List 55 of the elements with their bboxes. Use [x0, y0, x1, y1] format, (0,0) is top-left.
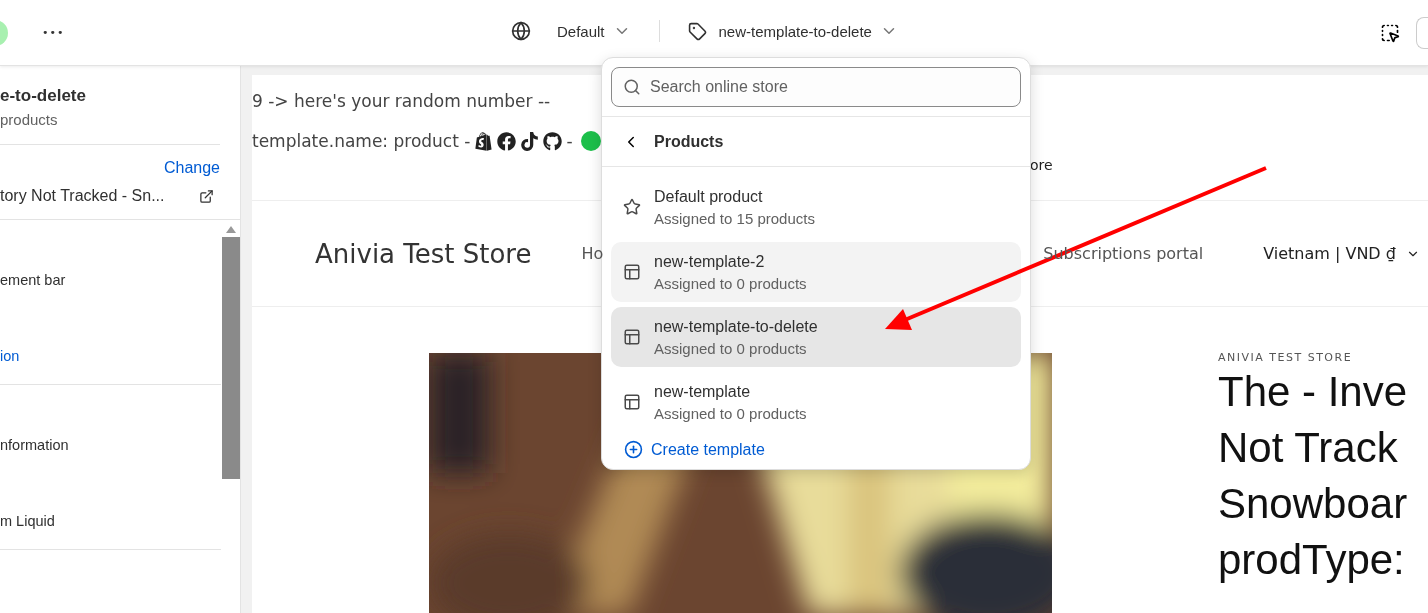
external-link-icon[interactable] [199, 188, 214, 204]
template-name: new-template [654, 382, 752, 401]
section-item[interactable]: m Liquid [0, 513, 221, 529]
vendor-label: ANIVIA TEST STORE [1218, 351, 1354, 364]
product-title: prodType: [1218, 535, 1405, 585]
layout-icon [623, 393, 641, 411]
search-field[interactable]: Search online store [611, 67, 1021, 107]
random-number-text: 9 -> here's your random number -- [252, 90, 551, 113]
product-title: Not Track [1218, 423, 1398, 473]
template-subtitle: products [0, 111, 59, 128]
template-detail: Assigned to 0 products [654, 404, 807, 422]
star-icon [623, 198, 641, 216]
globe-icon [511, 21, 531, 41]
template-detail: Assigned to 15 products [654, 209, 815, 227]
product-title: The - Inve [1218, 367, 1408, 417]
layout-icon [623, 263, 641, 281]
template-option[interactable]: new-template Assigned to 0 products [611, 372, 1021, 432]
status-dot [580, 131, 601, 151]
dropdown-heading: Products [654, 132, 724, 151]
separator-text: - [566, 131, 573, 151]
scroll-up-icon[interactable] [225, 226, 236, 233]
store-name[interactable]: Anivia Test Store [315, 238, 532, 269]
create-template-link[interactable]: Create template [624, 440, 1030, 459]
template-detail: Assigned to 0 products [654, 339, 808, 357]
product-title: Snowboar [1218, 479, 1408, 529]
template-name: Default product [654, 187, 764, 206]
facebook-icon [497, 131, 517, 151]
layout-icon [623, 328, 641, 346]
template-name: new-template-2 [654, 252, 766, 271]
template-name: new-template-to-delete [654, 317, 818, 336]
template-name-text: template.name: product - [252, 131, 471, 151]
template-option[interactable]: new-template-2 Assigned to 0 products [611, 242, 1021, 302]
locale-selector[interactable]: Vietnam | VND ₫ [1263, 244, 1420, 263]
change-link[interactable]: Change [163, 159, 220, 177]
plus-circle-icon [624, 440, 643, 459]
more-button[interactable]: ••• [42, 26, 65, 39]
template-option[interactable]: new-template-to-delete Assigned to 0 products [611, 307, 1021, 367]
section-item[interactable]: ement bar [0, 272, 221, 288]
template-picker[interactable]: new-template-to-delete [681, 15, 904, 47]
preview-product: tory Not Tracked - Sn... [0, 187, 165, 205]
tiktok-icon [520, 131, 540, 151]
inspector-icon[interactable] [1380, 22, 1400, 43]
shopping-bag-icon [474, 131, 494, 151]
theme-picker[interactable]: Default [505, 15, 637, 47]
github-icon [543, 131, 563, 151]
scrollbar-thumb[interactable] [221, 237, 240, 479]
tag-icon [687, 21, 707, 41]
nav-link[interactable]: Ho [581, 244, 604, 263]
template-detail: Assigned to 0 products [654, 274, 807, 292]
section-link[interactable]: ion [0, 348, 221, 364]
search-icon [623, 78, 641, 96]
section-item[interactable]: nformation [0, 437, 221, 453]
announcement-text: ore [1030, 157, 1053, 173]
template-option[interactable]: Default product Assigned to 15 products [611, 177, 1021, 237]
template-title: e-to-delete [0, 86, 87, 106]
